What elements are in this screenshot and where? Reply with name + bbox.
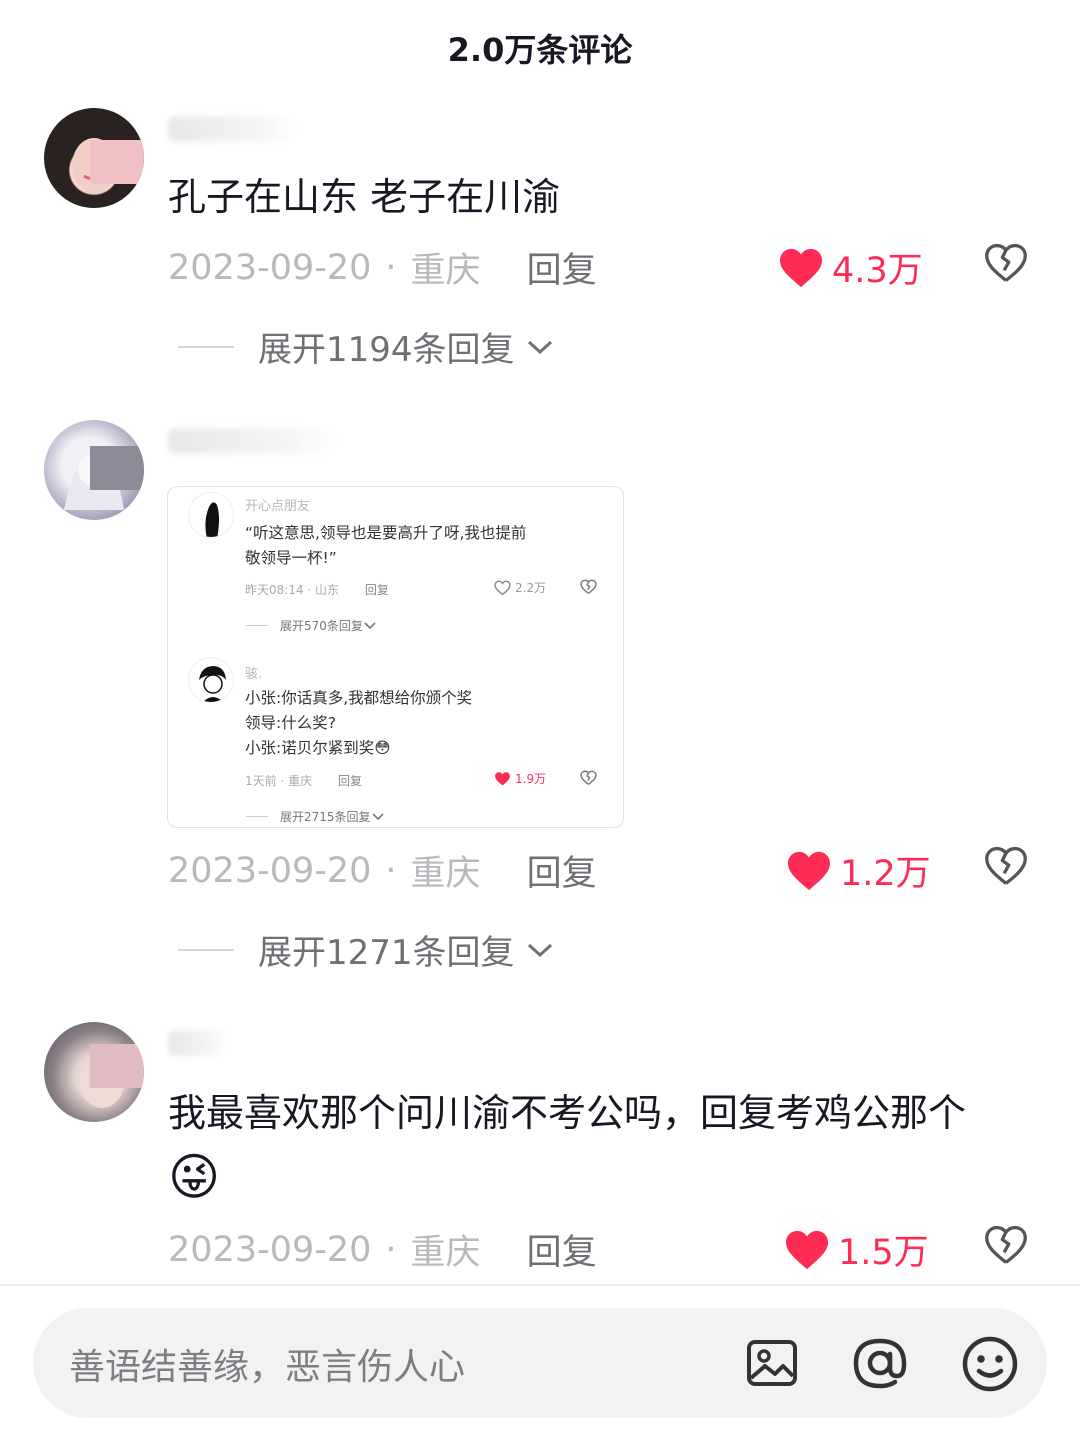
heart-icon xyxy=(495,771,510,785)
comment-date: 2023-09-20 xyxy=(168,1229,372,1270)
chevron-down-icon xyxy=(527,340,552,354)
privacy-mask xyxy=(90,1044,144,1088)
at-icon[interactable] xyxy=(851,1336,909,1394)
image-like-count: 1.9万 xyxy=(515,772,547,786)
heart-icon xyxy=(788,851,830,890)
image-dislike xyxy=(580,579,597,599)
emoji-icon[interactable] xyxy=(961,1336,1019,1396)
username-blurred[interactable] xyxy=(168,1030,228,1056)
expand-replies-label: 展开1194条回复 xyxy=(258,330,515,370)
avatar[interactable] xyxy=(44,420,144,520)
image-icon[interactable] xyxy=(745,1336,799,1394)
expand-replies-button[interactable]: 展开1194条回复 xyxy=(178,322,555,371)
image-like: 2.2万 xyxy=(494,579,546,596)
expand-replies-label: 展开1271条回复 xyxy=(258,933,515,973)
comment-input[interactable]: 善语结善缘，恶言伤人心 xyxy=(33,1308,1047,1418)
reply-button[interactable]: 回复 xyxy=(527,1224,597,1275)
like-count: 4.3万 xyxy=(832,251,923,291)
avatar[interactable] xyxy=(44,108,144,208)
image-comment-line: 敬领导一杯!” xyxy=(245,549,337,567)
image-expand-label: 展开2715条回复 xyxy=(280,810,371,824)
heart-icon xyxy=(786,1230,828,1269)
heart-icon xyxy=(780,248,822,287)
broken-heart-icon xyxy=(580,770,597,785)
image-username: 骇. xyxy=(245,667,263,682)
comment-text: 孔子在山东 老子在川渝 xyxy=(168,175,561,219)
like-count: 1.5万 xyxy=(838,1233,929,1273)
like-button[interactable]: 4.3万 xyxy=(778,242,923,293)
expand-replies-button[interactable]: 展开1271条回复 xyxy=(178,925,555,974)
image-avatar xyxy=(188,657,234,703)
comment-date: 2023-09-20 xyxy=(168,850,372,891)
comment-input-placeholder: 善语结善缘，恶言伤人心 xyxy=(69,1347,466,1388)
comment-meta: 2023-09-20 · 重庆 回复 xyxy=(168,242,597,293)
image-comment-line: 小张:诺贝尔紧到奖😳 xyxy=(245,739,391,757)
image-expand: 展开2715条回复 xyxy=(246,808,385,825)
image-username: 开心点朋友 xyxy=(245,499,311,514)
broken-heart-icon xyxy=(985,846,1027,885)
dislike-button[interactable] xyxy=(984,845,1028,891)
comment-meta: 2023-09-20 · 重庆 回复 xyxy=(168,845,597,896)
image-comment-line: 领导:什么奖? xyxy=(245,714,336,732)
image-like: 1.9万 xyxy=(494,770,546,787)
image-location: 山东 xyxy=(315,583,340,597)
image-reply: 回复 xyxy=(337,774,362,788)
comment-count-title: 2.0万条评论 xyxy=(447,31,633,69)
meta-separator: · xyxy=(385,850,397,891)
broken-heart-icon xyxy=(580,579,597,594)
like-button[interactable]: 1.2万 xyxy=(786,845,931,896)
divider-line xyxy=(178,345,234,348)
like-count: 1.2万 xyxy=(840,854,931,894)
comment-text-body: 我最喜欢那个问川渝不考公吗，回复考鸡公那个 xyxy=(168,1091,967,1135)
image-time: 昨天08:14 xyxy=(245,583,304,597)
image-location: 重庆 xyxy=(288,774,313,788)
comment-location: 重庆 xyxy=(410,854,481,894)
reply-button[interactable]: 回复 xyxy=(527,242,597,293)
privacy-mask xyxy=(90,446,144,490)
divider-line xyxy=(246,625,268,626)
privacy-mask xyxy=(90,140,144,184)
image-avatar xyxy=(188,492,234,538)
username-blurred[interactable] xyxy=(168,116,298,142)
image-dislike xyxy=(580,770,597,790)
divider-line xyxy=(246,816,268,817)
broken-heart-icon xyxy=(985,1225,1027,1264)
chevron-down-icon xyxy=(371,812,384,820)
divider-line xyxy=(178,948,234,951)
comment-text: 我最喜欢那个问川渝不考公吗，回复考鸡公那个 😜 xyxy=(168,1082,1032,1212)
chevron-down-icon xyxy=(527,943,552,957)
dislike-button[interactable] xyxy=(984,242,1028,288)
image-comment-line: “听这意思,领导也是要高升了呀,我也提前 xyxy=(245,524,527,542)
image-reply: 回复 xyxy=(364,583,389,597)
image-time: 1天前 xyxy=(245,774,277,788)
meta-separator: · xyxy=(385,247,397,288)
comments-header: 2.0万条评论 xyxy=(0,0,1080,96)
avatar[interactable] xyxy=(44,1022,144,1122)
username-blurred[interactable] xyxy=(168,428,338,454)
comment-image[interactable]: 开心点朋友 “听这意思,领导也是要高升了呀,我也提前 敬领导一杯!” 昨天08:… xyxy=(167,486,624,828)
broken-heart-icon xyxy=(985,243,1027,282)
comment-date: 2023-09-20 xyxy=(168,247,372,288)
image-like-count: 2.2万 xyxy=(515,581,547,595)
emoji: 😜 xyxy=(168,1148,221,1206)
cartoon-avatar-icon xyxy=(199,666,226,702)
image-expand: 展开570条回复 xyxy=(246,617,377,634)
silhouette-icon xyxy=(205,502,219,537)
image-comment-meta: 昨天08:14 · 山东 回复 xyxy=(245,583,389,597)
meta-separator: · xyxy=(385,1229,397,1270)
image-comment-meta: 1天前 · 重庆 回复 xyxy=(245,774,362,788)
heart-outline-icon xyxy=(494,580,511,595)
like-button[interactable]: 1.5万 xyxy=(784,1224,929,1275)
image-comment-line: 小张:你话真多,我都想给你颁个奖 xyxy=(245,689,473,707)
dislike-button[interactable] xyxy=(984,1224,1028,1270)
input-divider xyxy=(0,1284,1080,1286)
comment-location: 重庆 xyxy=(410,251,481,291)
image-expand-label: 展开570条回复 xyxy=(280,619,363,633)
chevron-down-icon xyxy=(364,621,376,629)
comment-meta: 2023-09-20 · 重庆 回复 xyxy=(168,1224,597,1275)
reply-button[interactable]: 回复 xyxy=(527,845,597,896)
comment-location: 重庆 xyxy=(410,1233,481,1273)
